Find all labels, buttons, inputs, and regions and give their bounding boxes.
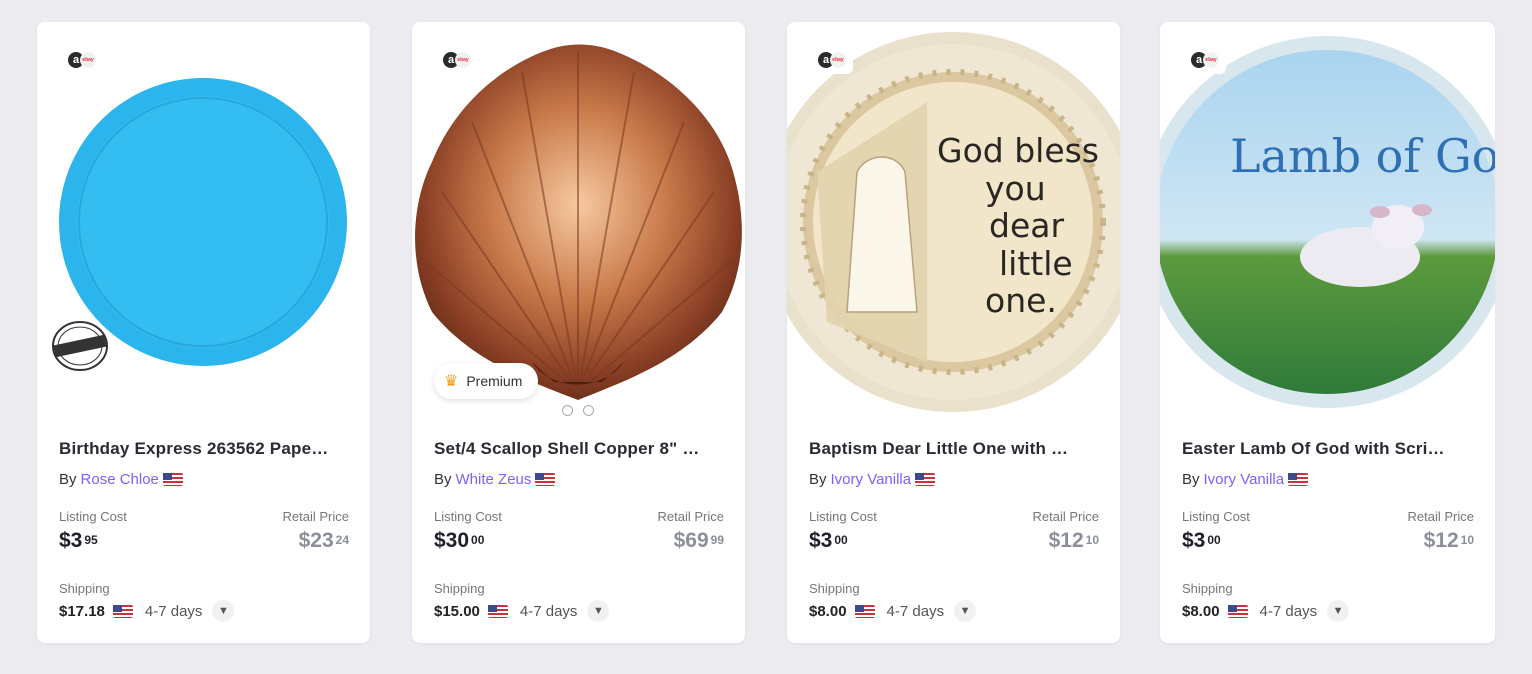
listing-cost: $30 00 xyxy=(434,529,485,552)
carousel-dot[interactable] xyxy=(583,405,594,416)
shipping-days: 4-7 days xyxy=(1259,602,1318,620)
carousel-dot[interactable] xyxy=(562,405,573,416)
plate-text-line: you xyxy=(985,169,1046,208)
seller-line: By Ivory Vanilla xyxy=(1182,471,1309,488)
plate-title-text: Lamb of God xyxy=(1230,129,1495,183)
listing-cost-label: Listing Cost xyxy=(1182,509,1250,524)
plate-text-line: little xyxy=(999,244,1073,283)
seller-line: By White Zeus xyxy=(434,471,556,488)
product-image[interactable]: God bless you dear little one. xyxy=(787,22,1120,414)
premium-badge: ♛ Premium xyxy=(434,363,539,399)
plate-text-line: one. xyxy=(985,281,1057,320)
listing-cost: $3 00 xyxy=(809,529,848,552)
shipping-cost: $8.00 xyxy=(1182,602,1220,620)
product-image[interactable] xyxy=(412,22,745,414)
retail-price: $12 10 xyxy=(1423,529,1474,552)
by-label: By xyxy=(434,471,452,488)
shipping-row: $15.00 4-7 days ▼ xyxy=(434,600,610,622)
shipping-cost: $17.18 xyxy=(59,602,105,620)
product-image[interactable]: Lamb of God xyxy=(1160,22,1495,414)
product-title[interactable]: Birthday Express 263562 Pape… xyxy=(59,439,351,459)
retail-price: $69 99 xyxy=(673,529,724,552)
shipping-cost: $15.00 xyxy=(434,602,480,620)
product-card[interactable]: a ebay ♛ Premium Set/4 Scallop Shell Copp… xyxy=(412,22,745,643)
shipping-cost: $8.00 xyxy=(809,602,847,620)
shipping-days: 4-7 days xyxy=(519,602,578,620)
premium-label: Premium xyxy=(466,373,523,389)
plate-text-line: dear xyxy=(989,206,1064,245)
shipping-label: Shipping xyxy=(809,581,860,596)
product-card[interactable]: a ebay Birthday Express 263562 Pape… By R… xyxy=(37,22,370,643)
listing-cost: $3 00 xyxy=(1182,529,1221,552)
seller-link[interactable]: Ivory Vanilla xyxy=(1204,471,1285,488)
product-image[interactable] xyxy=(37,22,370,414)
listing-cost-label: Listing Cost xyxy=(434,509,502,524)
amazon-ebay-icon: a ebay xyxy=(61,46,103,74)
us-flag-icon xyxy=(112,604,133,618)
us-flag-icon xyxy=(915,473,936,486)
shipping-row: $8.00 4-7 days ▼ xyxy=(1182,600,1350,622)
shipping-label: Shipping xyxy=(1182,581,1233,596)
shipping-days: 4-7 days xyxy=(144,602,203,620)
chevron-down-icon[interactable]: ▼ xyxy=(212,600,235,622)
shipping-label: Shipping xyxy=(434,581,485,596)
retail-price-label: Retail Price xyxy=(282,509,349,524)
listing-cost: $3 95 xyxy=(59,529,98,552)
amazon-ebay-icon: a ebay xyxy=(811,46,853,74)
chevron-down-icon[interactable]: ▼ xyxy=(1327,600,1350,622)
product-card[interactable]: God bless you dear little one. a ebay Bap… xyxy=(787,22,1120,643)
us-flag-icon xyxy=(162,473,183,486)
product-title[interactable]: Baptism Dear Little One with … xyxy=(809,439,1101,459)
us-flag-icon xyxy=(1288,473,1309,486)
retail-price: $12 10 xyxy=(1048,529,1099,552)
shipping-row: $17.18 4-7 days ▼ xyxy=(59,600,235,622)
retail-price-label: Retail Price xyxy=(657,509,724,524)
retail-price-label: Retail Price xyxy=(1032,509,1099,524)
seller-link[interactable]: White Zeus xyxy=(456,471,532,488)
us-flag-icon xyxy=(1227,604,1248,618)
listing-cost-label: Listing Cost xyxy=(809,509,877,524)
premium-strength-stamp xyxy=(51,320,109,372)
amazon-ebay-icon: a ebay xyxy=(1184,46,1226,74)
seller-line: By Rose Chloe xyxy=(59,471,183,488)
listing-cost-label: Listing Cost xyxy=(59,509,127,524)
image-carousel-dots[interactable] xyxy=(562,405,594,416)
retail-price: $23 24 xyxy=(298,529,349,552)
by-label: By xyxy=(1182,471,1200,488)
crown-icon: ♛ xyxy=(444,373,459,390)
by-label: By xyxy=(809,471,827,488)
seller-link[interactable]: Rose Chloe xyxy=(81,471,159,488)
us-flag-icon xyxy=(535,473,556,486)
chevron-down-icon[interactable]: ▼ xyxy=(587,600,610,622)
by-label: By xyxy=(59,471,77,488)
product-card[interactable]: Lamb of God aebay Easter Lamb Of God wit… xyxy=(1160,22,1495,643)
product-grid: a ebay Birthday Express 263562 Pape… By R… xyxy=(0,0,1532,674)
plate-text-line: God bless xyxy=(937,131,1099,170)
seller-link[interactable]: Ivory Vanilla xyxy=(831,471,912,488)
shipping-row: $8.00 4-7 days ▼ xyxy=(809,600,977,622)
us-flag-icon xyxy=(854,604,875,618)
amazon-ebay-icon: a ebay xyxy=(436,46,478,74)
chevron-down-icon[interactable]: ▼ xyxy=(954,600,977,622)
retail-price-label: Retail Price xyxy=(1407,509,1474,524)
product-title[interactable]: Easter Lamb Of God with Scri… xyxy=(1182,439,1474,459)
shipping-days: 4-7 days xyxy=(886,602,945,620)
product-title[interactable]: Set/4 Scallop Shell Copper 8" … xyxy=(434,439,726,459)
us-flag-icon xyxy=(487,604,508,618)
seller-line: By Ivory Vanilla xyxy=(809,471,936,488)
shipping-label: Shipping xyxy=(59,581,110,596)
